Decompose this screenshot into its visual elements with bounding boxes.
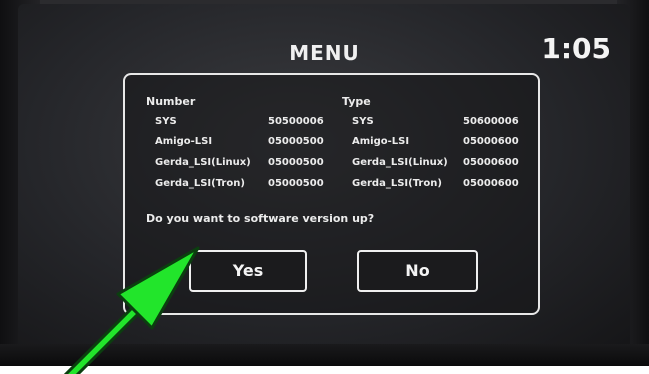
row-1-name: SYS: [155, 116, 177, 127]
no-button-label: No: [405, 261, 430, 280]
clock: 1:05: [541, 32, 611, 65]
row-1-type-value: 50600006: [463, 116, 519, 127]
row-2-name: Amigo-LSI: [155, 136, 213, 147]
row-2-type-value: 05000600: [463, 136, 519, 147]
row-4-number: 05000500: [268, 178, 324, 189]
row-2-type-name: Amigo-LSI: [352, 136, 410, 147]
number-header: Number: [146, 95, 196, 108]
row-4-type-value: 05000600: [463, 178, 519, 189]
row-2-number: 05000500: [268, 136, 324, 147]
row-1-type-name: SYS: [352, 116, 374, 127]
row-3-number: 05000500: [268, 157, 324, 168]
green-arrow-icon: [64, 246, 200, 374]
row-4-name: Gerda_LSI(Tron): [155, 178, 245, 189]
no-button[interactable]: No: [357, 250, 478, 292]
row-3-type-value: 05000600: [463, 157, 519, 168]
row-4-type-name: Gerda_LSI(Tron): [352, 178, 442, 189]
row-3-name: Gerda_LSI(Linux): [155, 157, 251, 168]
update-question: Do you want to software version up?: [146, 212, 375, 225]
row-1-number: 50500006: [268, 116, 324, 127]
type-header: Type: [342, 95, 371, 108]
row-3-type-name: Gerda_LSI(Linux): [352, 157, 448, 168]
